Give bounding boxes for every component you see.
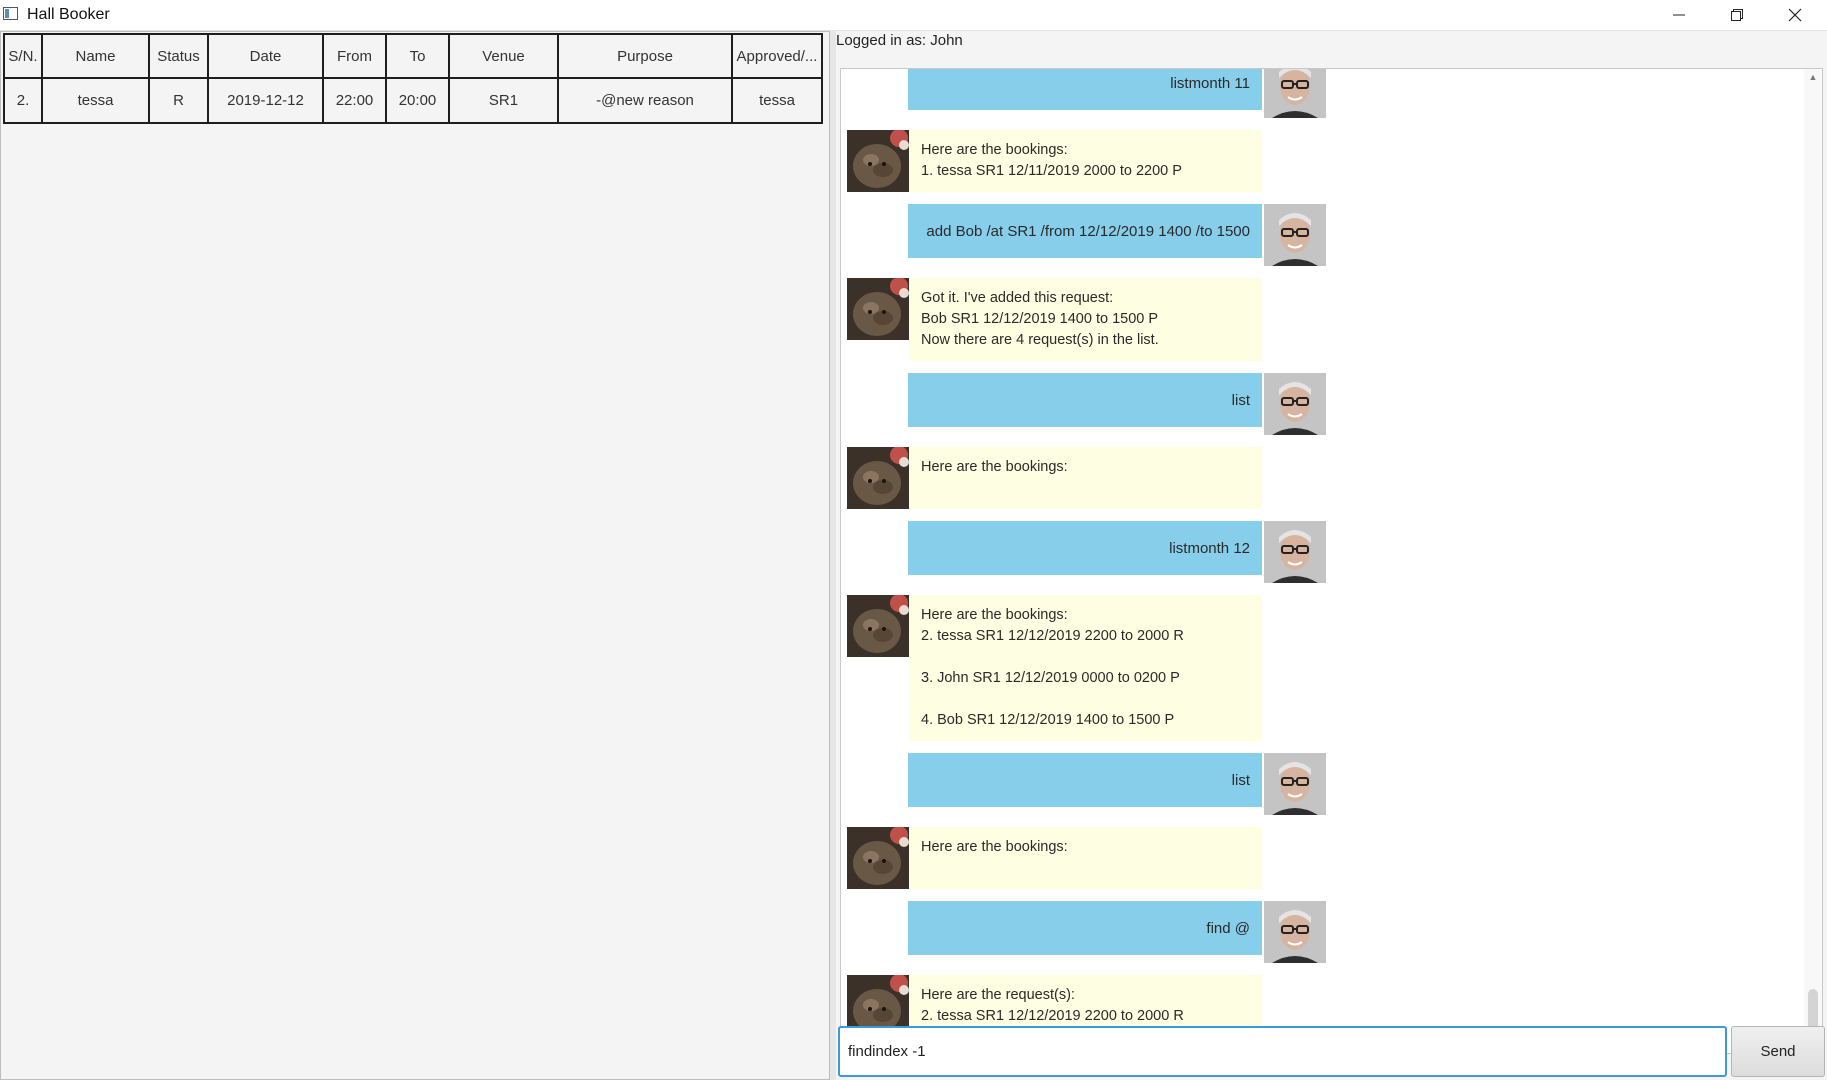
minimize-icon (1673, 14, 1685, 16)
bot-avatar-icon (847, 130, 909, 192)
user-message: listmonth 12 (841, 521, 1801, 583)
command-input[interactable] (838, 1026, 1727, 1077)
cell-name: tessa (41, 77, 150, 124)
bot-message: Here are the bookings: (841, 447, 1801, 509)
column-header-purpose[interactable]: Purpose (557, 33, 733, 79)
user-message-bubble: listmonth 12 (908, 521, 1262, 575)
chat-panel: Logged in as: John listmonth 11 Here are … (836, 31, 1827, 1080)
bot-avatar (847, 278, 909, 340)
user-message: add Bob /at SR1 /from 12/12/2019 1400 /t… (841, 204, 1801, 266)
cell-sn: 2. (3, 77, 43, 124)
user-avatar (1264, 204, 1326, 266)
user-avatar (1264, 373, 1326, 435)
user-message-bubble: find @ (908, 901, 1262, 955)
bot-message-bubble: Here are the bookings: 1. tessa SR1 12/1… (909, 130, 1262, 192)
bot-message: Here are the bookings: (841, 827, 1801, 889)
bot-message-bubble: Got it. I've added this request: Bob SR1… (909, 278, 1262, 361)
user-avatar-icon (1264, 521, 1326, 583)
cell-status: R (148, 77, 209, 124)
bookings-table: S/N. Name Status Date From To Venue Purp… (3, 33, 823, 124)
column-header-venue[interactable]: Venue (448, 33, 559, 79)
column-header-sn[interactable]: S/N. (3, 33, 43, 79)
chat-messages: listmonth 11 Here are the bookings: 1. te… (841, 69, 1801, 1049)
bot-message-bubble: Here are the bookings: (909, 447, 1262, 509)
bot-message: Here are the bookings: 2. tessa SR1 12/1… (841, 595, 1801, 741)
bot-avatar (847, 595, 909, 657)
app-icon (3, 7, 18, 20)
cell-date: 2019-12-12 (207, 77, 324, 124)
user-message-bubble: add Bob /at SR1 /from 12/12/2019 1400 /t… (908, 204, 1262, 258)
bot-message-bubble: Here are the bookings: (909, 827, 1262, 889)
user-message-bubble: list (908, 373, 1262, 427)
bot-message: Here are the bookings: 1. tessa SR1 12/1… (841, 130, 1801, 192)
title-bar: Hall Booker (0, 0, 1827, 31)
logged-in-label: Logged in as: John (836, 32, 963, 49)
cell-purpose: -@new reason (557, 77, 733, 124)
chat-scroll-pane[interactable]: listmonth 11 Here are the bookings: 1. te… (840, 68, 1823, 1054)
user-avatar-icon (1264, 373, 1326, 435)
user-message: list (841, 373, 1801, 435)
cell-to: 20:00 (385, 77, 450, 124)
user-message: listmonth 11 (841, 69, 1801, 118)
column-header-from[interactable]: From (322, 33, 387, 79)
user-message-bubble: list (908, 753, 1262, 807)
send-button[interactable]: Send (1731, 1026, 1825, 1077)
cell-venue: SR1 (448, 77, 559, 124)
user-avatar (1264, 521, 1326, 583)
user-message: find @ (841, 901, 1801, 963)
bot-avatar (847, 130, 909, 192)
bot-message: Got it. I've added this request: Bob SR1… (841, 278, 1801, 361)
restore-icon (1731, 9, 1743, 21)
restore-button[interactable] (1708, 0, 1766, 30)
user-avatar-icon (1264, 69, 1326, 118)
vertical-scrollbar[interactable]: ▲ ▼ (1804, 69, 1822, 1053)
close-icon (1788, 8, 1802, 22)
user-avatar-icon (1264, 753, 1326, 815)
user-avatar-icon (1264, 204, 1326, 266)
minimize-button[interactable] (1650, 0, 1708, 30)
bookings-panel: S/N. Name Status Date From To Venue Purp… (0, 31, 830, 1080)
column-header-date[interactable]: Date (207, 33, 324, 79)
bot-avatar-icon (847, 827, 909, 889)
bot-avatar (847, 447, 909, 509)
column-header-status[interactable]: Status (148, 33, 209, 79)
user-avatar (1264, 901, 1326, 963)
table-header-row: S/N. Name Status Date From To Venue Purp… (3, 33, 823, 79)
user-message: list (841, 753, 1801, 815)
bot-avatar-icon (847, 447, 909, 509)
scroll-up-icon[interactable]: ▲ (1804, 69, 1822, 85)
bot-message-bubble: Here are the bookings: 2. tessa SR1 12/1… (909, 595, 1262, 741)
table-row[interactable]: 2. tessa R 2019-12-12 22:00 20:00 SR1 -@… (3, 77, 823, 124)
column-header-approved[interactable]: Approved/... (731, 33, 823, 79)
user-avatar (1264, 69, 1326, 118)
close-button[interactable] (1766, 0, 1824, 30)
window-title: Hall Booker (27, 6, 110, 23)
column-header-name[interactable]: Name (41, 33, 150, 79)
column-header-to[interactable]: To (385, 33, 450, 79)
cell-from: 22:00 (322, 77, 387, 124)
user-avatar-icon (1264, 901, 1326, 963)
bot-avatar-icon (847, 278, 909, 340)
bot-avatar-icon (847, 595, 909, 657)
cell-approved-by: tessa (731, 77, 823, 124)
bot-avatar (847, 827, 909, 889)
user-message-bubble: listmonth 11 (908, 69, 1262, 110)
user-avatar (1264, 753, 1326, 815)
